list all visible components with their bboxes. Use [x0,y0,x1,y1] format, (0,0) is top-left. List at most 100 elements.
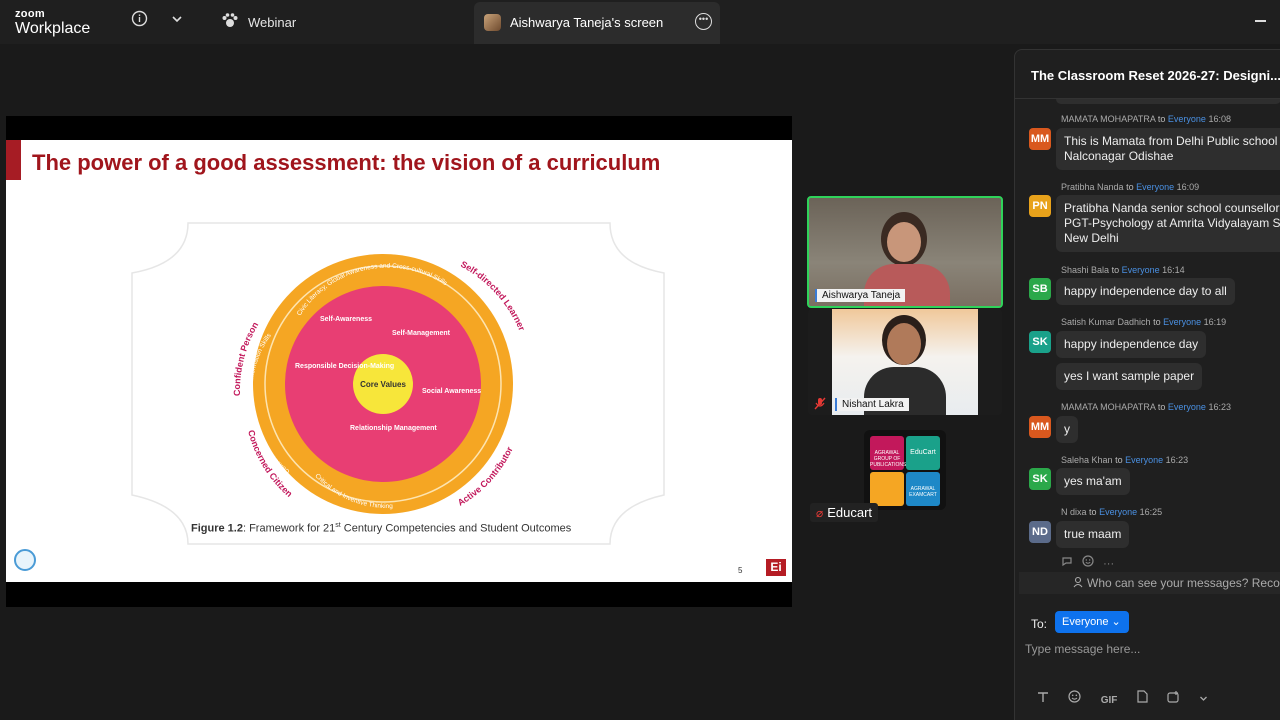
previous-message-edge [1056,99,1280,104]
participant-name-tag: Aishwarya Taneja [815,289,906,302]
caption-bold: Figure 1.2 [191,522,243,535]
presenter-avatar [484,14,501,31]
to-text: to [1126,182,1134,192]
info-icon[interactable] [131,10,148,32]
avatar[interactable]: PN [1029,195,1051,217]
sender-name: Pratibha Nanda [1061,182,1124,192]
chevron-down-icon[interactable] [1199,692,1208,706]
message-bubble[interactable]: true maam [1056,521,1130,548]
webinar-label[interactable]: Webinar [248,15,296,30]
message-line: y [1064,422,1070,436]
privacy-text: Who can see your messages? Recor [1087,576,1280,590]
file-icon[interactable] [1137,690,1151,706]
message-line: yes I want sample paper [1064,369,1195,383]
to-text: to [1115,455,1123,465]
message-input[interactable]: Type message here... [1025,642,1140,656]
avatar[interactable]: MM [1029,416,1051,438]
message-line: happy independence day to all [1064,284,1227,298]
message-time: 16:23 [1165,455,1189,465]
gif-button[interactable]: GIF [1101,695,1118,706]
shared-screen: The power of a good assessment: the visi… [6,116,792,607]
composer-toolbar: GIF [1037,690,1224,706]
message-time: 16:19 [1203,317,1227,327]
message-line: true maam [1064,527,1122,541]
video-tile-aishwarya[interactable]: Aishwarya Taneja [807,196,1003,308]
participant-name: Educart [827,505,873,520]
message-bubble[interactable]: happy independence day [1056,331,1207,358]
brand-line-1: zoom [15,8,45,20]
message-meta: MAMATA MOHAPATRA to Everyone 16:08 [1061,114,1231,124]
emblem-icon [14,549,36,571]
top-bar: zoom Workplace Webinar Aishwarya Taneja'… [0,0,1280,44]
video-tile-educart[interactable]: AGRAWAL GROUP OF PUBLICATIONS EduCart AG… [864,430,946,510]
minimize-icon[interactable] [1255,20,1266,22]
inner-label-relationship: Relationship Management [350,425,437,432]
to-text: to [1153,317,1161,327]
ei-logo: Ei [766,559,786,576]
core-values-label: Core Values [360,380,406,389]
avatar[interactable]: MM [1029,128,1051,150]
more-actions-icon[interactable]: ··· [1103,558,1114,570]
educart-tile-educart: EduCart [906,436,940,470]
chevron-down-icon: ⌄ [1111,616,1121,628]
educart-tile-orange [870,472,904,506]
reply-icon[interactable] [1061,557,1076,570]
recipient-select[interactable]: Everyone ⌄ [1055,611,1129,633]
inner-label-self-management: Self-Management [392,330,451,337]
message-time: 16:23 [1208,402,1231,412]
message-bubble[interactable]: yes I want sample paper [1056,363,1203,390]
recipient: Everyone [1099,507,1138,517]
message-meta: N dixa to Everyone 16:25 [1061,507,1162,517]
text-format-icon[interactable] [1037,692,1052,706]
message-bubble[interactable]: This is Mamata from Delhi Public school N… [1056,128,1280,170]
zoom-logo: zoom Workplace [15,9,90,37]
tab-shared-screen[interactable]: Aishwarya Taneja's screen ••• [474,2,720,44]
to-text: to [1089,507,1097,517]
message-bubble[interactable]: Pratibha Nanda senior school counsellor P… [1056,195,1280,252]
message-time: 16:09 [1176,182,1200,192]
recipient: Everyone [1167,402,1206,412]
person-lock-icon [1073,576,1085,591]
message-meta: Satish Kumar Dadhich to Everyone 16:19 [1061,317,1226,327]
avatar[interactable]: ND [1029,521,1051,543]
inner-label-self-awareness: Self-Awareness [320,316,372,323]
slide-number: 5 [738,566,743,575]
avatar[interactable]: SK [1029,331,1051,353]
inner-label-decision-making: Responsible Decision-Making [295,363,394,370]
recipient: Everyone [1125,455,1164,465]
more-icon[interactable]: ••• [695,13,712,30]
avatar[interactable]: SB [1029,278,1051,300]
message-line: This is Mamata from Delhi Public school [1064,134,1278,148]
privacy-notice[interactable]: Who can see your messages? Recor [1019,572,1280,594]
video-tile-nishant[interactable]: Nishant Lakra [808,309,1002,415]
sender-name: MAMATA MOHAPATRA [1061,402,1156,412]
message-line: Pratibha Nanda senior school counsellor [1064,201,1280,215]
emoji-react-icon[interactable] [1082,555,1097,570]
caption-text: : Framework for 21 [242,522,336,535]
message-bubble[interactable]: happy independence day to all [1056,278,1235,305]
sender-name: MAMATA MOHAPATRA [1061,114,1156,124]
chat-title: The Classroom Reset 2026-27: Designi... [1031,68,1280,83]
chat-panel: The Classroom Reset 2026-27: Designi... … [1014,49,1280,720]
emoji-icon[interactable] [1068,690,1084,706]
chevron-down-icon[interactable] [171,12,183,30]
to-text: to [1157,402,1166,412]
message-time: 16:08 [1208,114,1231,124]
recipient: Everyone [1167,114,1206,124]
presentation-slide: The power of a good assessment: the visi… [6,140,792,582]
educart-name-label: ⌀ Educart [810,503,879,522]
recipient-value: Everyone [1062,616,1109,628]
sender-name: Saleha Khan [1061,455,1113,465]
brand-line-2: Workplace [15,20,91,37]
message-meta: Saleha Khan to Everyone 16:23 [1061,455,1188,465]
educart-tile-agrawal: AGRAWAL GROUP OF PUBLICATIONS [870,436,906,470]
webinar-icon [221,12,239,35]
avatar[interactable]: SK [1029,468,1051,490]
message-bubble[interactable]: yes ma'am [1056,468,1130,495]
screenshot-icon[interactable] [1167,691,1183,706]
message-meta: Shashi Bala to Everyone 16:14 [1061,265,1185,275]
figure-caption: Figure 1.2: Framework for 21st Century C… [191,522,571,535]
competency-framework-figure: Confident Person Self-directed Learner C… [131,222,665,545]
message-bubble[interactable]: y [1056,416,1078,443]
sender-name: N dixa [1061,507,1087,517]
